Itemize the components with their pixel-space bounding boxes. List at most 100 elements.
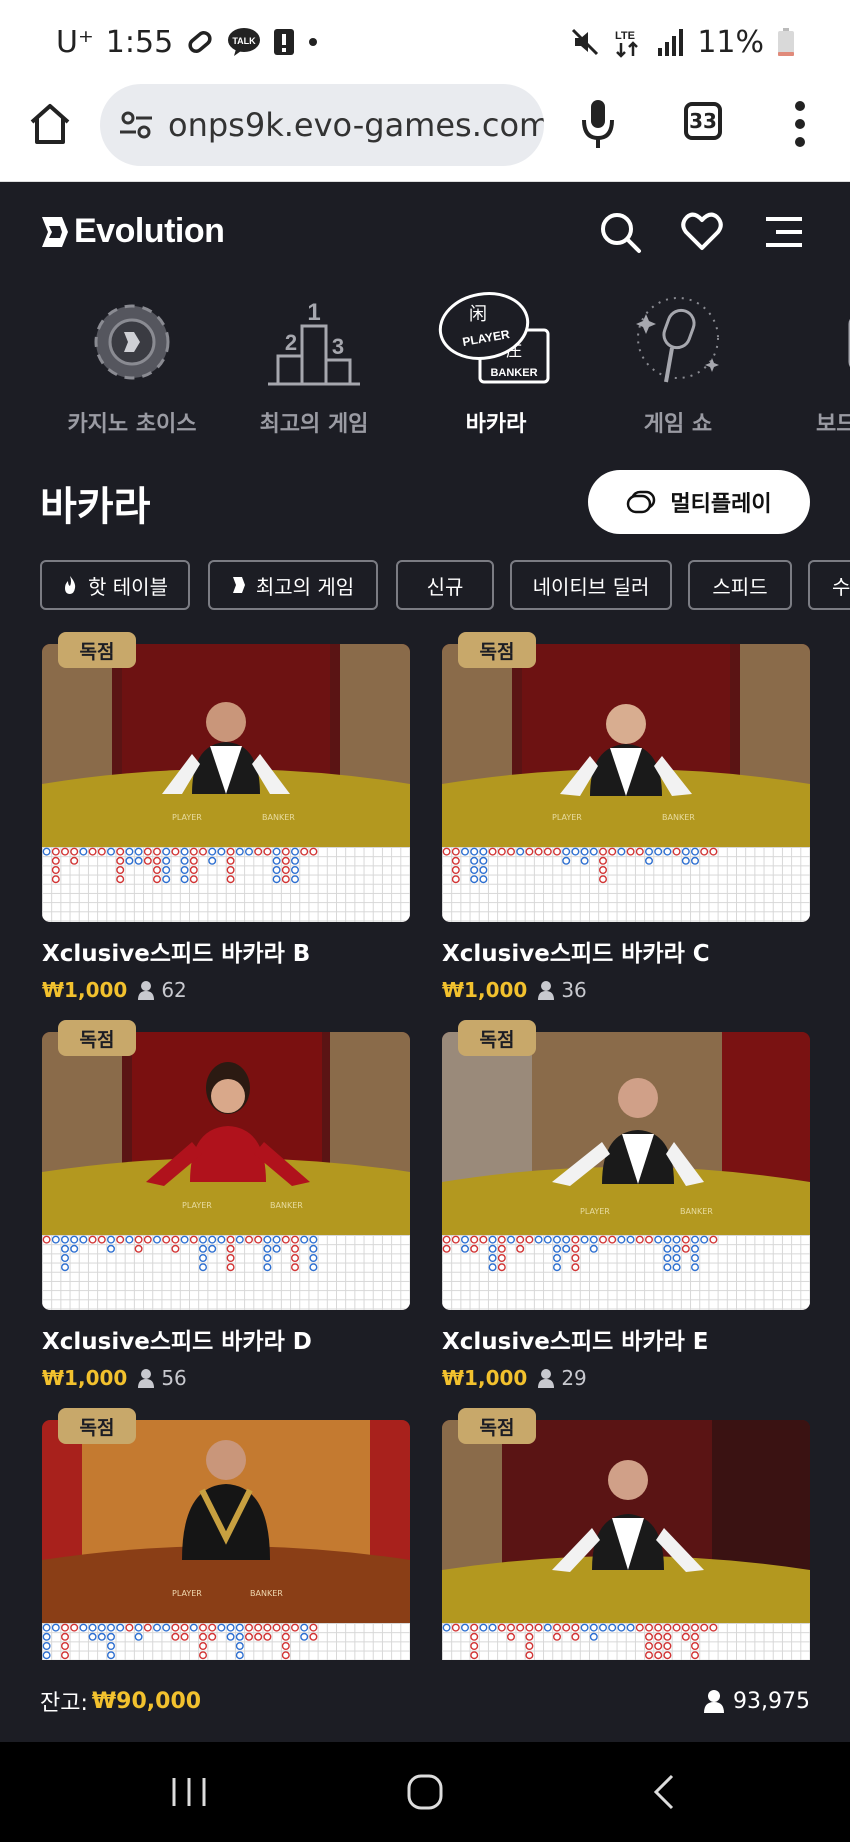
game-thumbnail[interactable]: PLAYER BANKER — [442, 1032, 810, 1310]
svg-text:闲: 闲 — [469, 304, 487, 325]
bead-mark — [226, 1254, 235, 1263]
game-card[interactable]: 독점 PLAYER BANKER — [42, 1408, 410, 1698]
bead-mark — [516, 1623, 525, 1632]
filter-more[interactable]: 수 — [808, 560, 850, 610]
bead-mark — [470, 1244, 479, 1253]
svg-text:PLAYER: PLAYER — [580, 1207, 610, 1216]
bead-mark — [552, 1263, 561, 1272]
game-title[interactable]: Xclusive스피드 바카라 B — [42, 934, 410, 968]
category-casino-choice[interactable]: 카지노 초이스 — [42, 290, 222, 438]
url-text[interactable]: onps9k.evo-games.com — [168, 106, 544, 144]
bead-mark — [644, 1632, 653, 1641]
bead-road — [42, 847, 410, 922]
site-settings-icon[interactable] — [116, 105, 156, 145]
bead-mark — [442, 1235, 451, 1244]
back-button[interactable] — [640, 1770, 690, 1814]
bead-mark — [198, 1254, 207, 1263]
bead-mark — [300, 1632, 309, 1641]
bead-mark — [198, 847, 207, 856]
bead-mark — [589, 847, 598, 856]
bead-mark — [116, 875, 125, 884]
bead-mark — [235, 1651, 244, 1660]
bead-mark — [309, 1235, 318, 1244]
game-card[interactable]: 독점 PLAYER BANKER Xclusive스피드 바카라 E ₩1,00… — [442, 1020, 810, 1390]
link-icon — [185, 27, 215, 57]
bead-mark — [635, 1235, 644, 1244]
bead-mark — [644, 847, 653, 856]
bead-mark — [709, 847, 718, 856]
menu-button[interactable] — [762, 210, 806, 254]
game-card[interactable]: 독점 — [442, 1408, 810, 1698]
bead-mark — [61, 1632, 70, 1641]
tab-switcher-button[interactable]: 33 — [684, 102, 722, 140]
bead-mark — [534, 847, 543, 856]
game-card[interactable]: 독점 PLAYER BANKER Xclusive스피드 바카라 D ₩1,00… — [42, 1020, 410, 1390]
game-title[interactable]: Xclusive스피드 바카라 C — [442, 934, 810, 968]
bead-mark — [690, 1235, 699, 1244]
filter-hot-tables[interactable]: 핫 테이블 — [40, 560, 190, 610]
category-game-shows[interactable]: 게임 쇼 — [588, 290, 768, 438]
bead-mark — [143, 856, 152, 865]
browser-menu-button[interactable] — [790, 98, 810, 150]
bead-mark — [589, 1244, 598, 1253]
game-thumbnail[interactable] — [442, 1420, 810, 1698]
microphone-icon — [636, 297, 719, 383]
bead-mark — [180, 1632, 189, 1641]
home-circle-icon — [407, 1774, 443, 1810]
bead-mark — [589, 1632, 598, 1641]
casino-chip-icon — [94, 304, 170, 380]
game-card[interactable]: 독점 PLAYER BANKER Xclusive스피드 바카라 C ₩1,00… — [442, 632, 810, 1002]
bead-mark — [162, 1623, 171, 1632]
game-card[interactable]: 독점 PLAYER BANKER Xclusive스피드 바카라 B ₩1,00… — [42, 632, 410, 1002]
bead-mark — [635, 847, 644, 856]
bead-mark — [152, 856, 161, 865]
address-bar[interactable]: onps9k.evo-games.com — [100, 84, 544, 166]
voice-search-button[interactable] — [580, 96, 616, 152]
game-thumbnail[interactable]: PLAYER BANKER — [42, 1420, 410, 1698]
bead-mark — [281, 1623, 290, 1632]
search-button[interactable] — [598, 210, 642, 254]
bead-mark — [644, 856, 653, 865]
app-header: Evolution — [0, 182, 850, 282]
bead-mark — [226, 1632, 235, 1641]
favorites-button[interactable] — [680, 210, 724, 254]
bead-mark — [171, 1623, 180, 1632]
category-baccarat[interactable]: 庄 BANKER 闲 PLAYER 바카라 — [406, 290, 586, 438]
multiplay-button[interactable]: 멀티플레이 — [588, 470, 810, 534]
recent-apps-button[interactable] — [164, 1770, 214, 1814]
svg-text:BANKER: BANKER — [490, 367, 537, 379]
game-thumbnail[interactable]: PLAYER BANKER — [42, 1032, 410, 1310]
bead-mark — [244, 847, 253, 856]
category-top-games[interactable]: 1 2 3 최고의 게임 — [224, 290, 404, 438]
category-label: 보드 — [816, 412, 850, 437]
bead-mark — [300, 1235, 309, 1244]
game-title[interactable]: Xclusive스피드 바카라 D — [42, 1322, 410, 1356]
home-nav-button[interactable] — [400, 1770, 450, 1814]
game-thumbnail[interactable]: PLAYER BANKER — [442, 644, 810, 922]
bead-mark — [226, 1623, 235, 1632]
lte-icon: LTE — [613, 26, 643, 58]
bead-mark — [217, 847, 226, 856]
filter-new[interactable]: 신규 — [396, 560, 494, 610]
bead-mark — [208, 856, 217, 865]
bead-mark — [143, 1235, 152, 1244]
bead-mark — [272, 866, 281, 875]
bead-mark — [562, 1235, 571, 1244]
game-thumbnail[interactable]: PLAYER BANKER — [42, 644, 410, 922]
game-title[interactable]: Xclusive스피드 바카라 E — [442, 1322, 810, 1356]
bead-mark — [534, 1235, 543, 1244]
bead-mark — [562, 847, 571, 856]
bead-mark — [254, 1632, 263, 1641]
signal-icon — [657, 28, 684, 56]
bead-mark — [226, 856, 235, 865]
filter-speed[interactable]: 스피드 — [688, 560, 792, 610]
filter-native-dealers[interactable]: 네이티브 딜러 — [510, 560, 672, 610]
evolution-logo[interactable]: Evolution — [40, 212, 225, 251]
balance-value: ₩90,000 — [91, 1688, 202, 1714]
filter-top-games[interactable]: 최고의 게임 — [208, 560, 378, 610]
bead-mark — [61, 1642, 70, 1651]
home-button[interactable] — [26, 100, 74, 148]
category-board[interactable]: 보드 — [770, 290, 850, 438]
svg-text:PLAYER: PLAYER — [172, 1589, 202, 1598]
bead-mark — [672, 1244, 681, 1253]
